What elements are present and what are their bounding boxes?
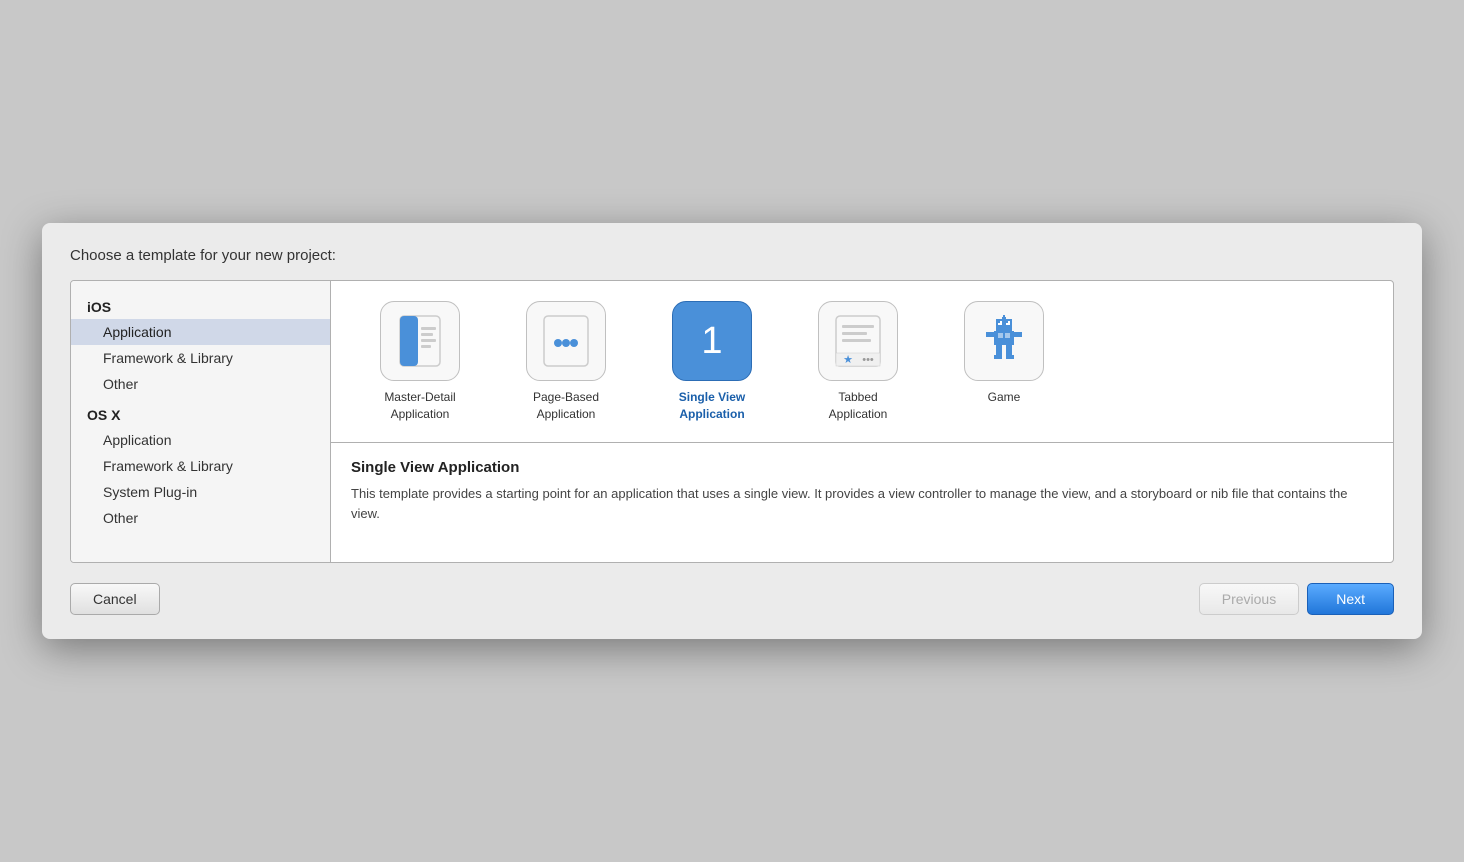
template-page-based[interactable]: Page-BasedApplication	[501, 301, 631, 421]
sidebar-item-ios-other[interactable]: Other	[71, 371, 330, 397]
svg-text:★: ★	[843, 354, 853, 366]
page-based-svg	[536, 311, 596, 371]
template-icon-tabbed: ★ •••	[818, 301, 898, 381]
template-tabbed[interactable]: ★ ••• TabbedApplication	[793, 301, 923, 421]
sidebar-item-ios-application[interactable]: Application	[71, 319, 330, 345]
main-area: iOS Application Framework & Library Othe…	[70, 280, 1394, 562]
nav-buttons: Previous Next	[1199, 583, 1394, 615]
description-area: Single View Application This template pr…	[331, 442, 1393, 562]
template-grid: Master-DetailApplication Page-BasedAppl	[331, 281, 1393, 441]
svg-text:•••: •••	[862, 354, 874, 366]
template-label-tabbed: TabbedApplication	[829, 389, 888, 421]
sidebar-group-osx: OS X	[71, 397, 330, 427]
sidebar-item-osx-application[interactable]: Application	[71, 427, 330, 453]
template-game[interactable]: Game	[939, 301, 1069, 421]
template-master-detail[interactable]: Master-DetailApplication	[355, 301, 485, 421]
tabbed-svg: ★ •••	[828, 311, 888, 371]
template-icon-page-based	[526, 301, 606, 381]
cancel-button[interactable]: Cancel	[70, 583, 160, 615]
right-panel: Master-DetailApplication Page-BasedAppl	[331, 281, 1393, 561]
game-svg	[974, 311, 1034, 371]
template-label-game: Game	[988, 389, 1021, 405]
description-title: Single View Application	[351, 459, 1373, 476]
template-label-page-based: Page-BasedApplication	[533, 389, 599, 421]
next-button[interactable]: Next	[1307, 583, 1394, 615]
sidebar: iOS Application Framework & Library Othe…	[71, 281, 331, 561]
bottom-bar: Cancel Previous Next	[70, 579, 1394, 619]
sidebar-item-osx-framework[interactable]: Framework & Library	[71, 453, 330, 479]
template-icon-single-view: 1	[672, 301, 752, 381]
template-label-single-view: Single ViewApplication	[679, 389, 745, 421]
sidebar-item-osx-plugin[interactable]: System Plug-in	[71, 479, 330, 505]
template-single-view[interactable]: 1 Single ViewApplication	[647, 301, 777, 421]
template-icon-game	[964, 301, 1044, 381]
master-detail-svg	[390, 311, 450, 371]
template-label-master-detail: Master-DetailApplication	[384, 389, 455, 421]
single-view-svg: 1	[682, 311, 742, 371]
dialog: Choose a template for your new project: …	[42, 223, 1422, 638]
previous-button[interactable]: Previous	[1199, 583, 1299, 615]
sidebar-group-ios: iOS	[71, 289, 330, 319]
svg-text:1: 1	[701, 320, 722, 362]
template-icon-master-detail	[380, 301, 460, 381]
sidebar-item-osx-other[interactable]: Other	[71, 505, 330, 531]
dialog-title: Choose a template for your new project:	[70, 247, 1394, 264]
sidebar-item-ios-framework[interactable]: Framework & Library	[71, 345, 330, 371]
description-text: This template provides a starting point …	[351, 484, 1373, 524]
